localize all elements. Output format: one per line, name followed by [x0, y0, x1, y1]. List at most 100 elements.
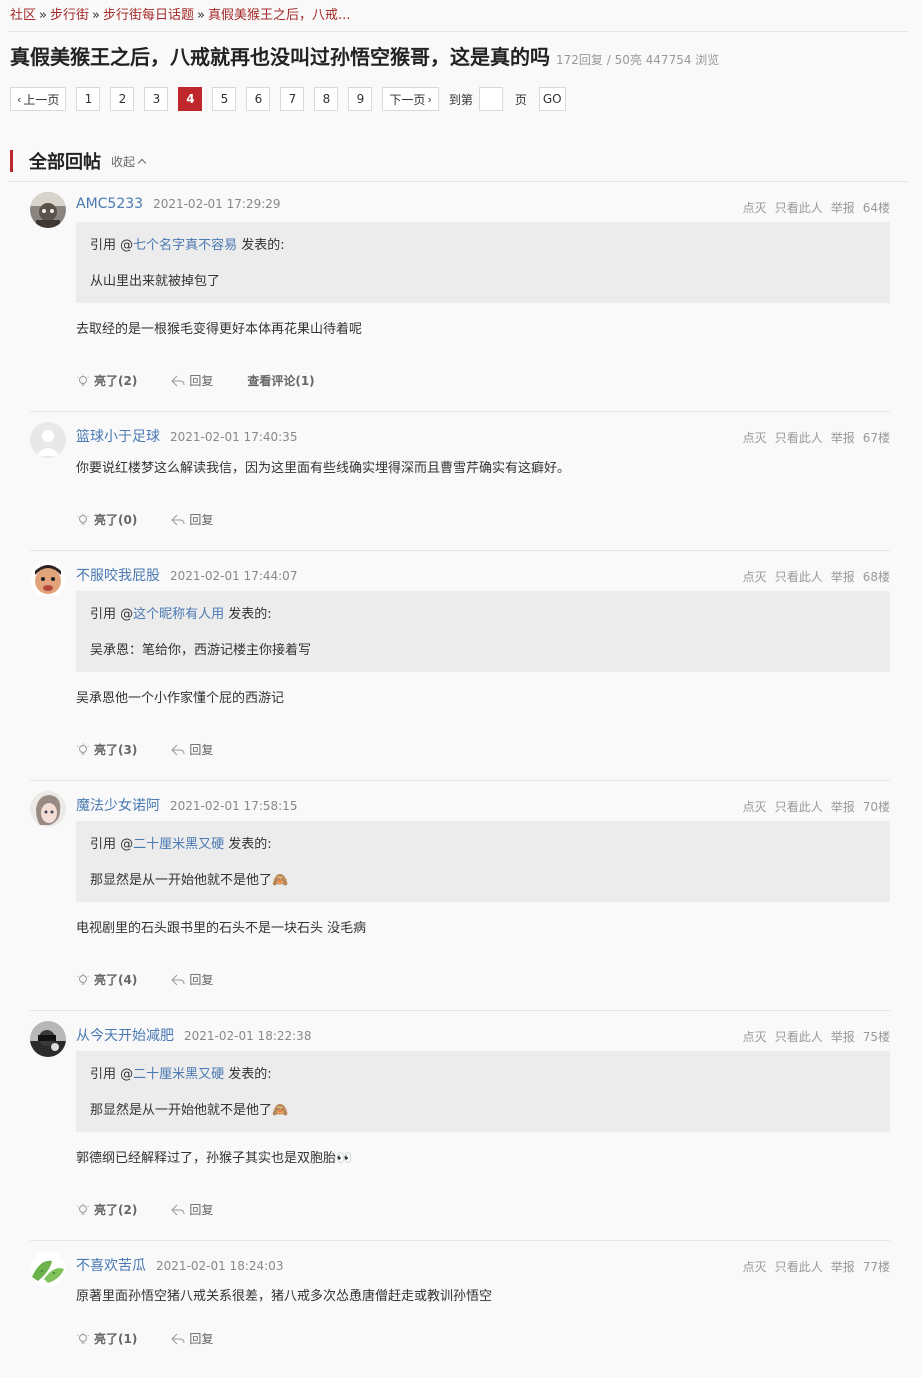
- page-button-8[interactable]: 8: [314, 87, 339, 111]
- reply-arrow-icon: [171, 1204, 185, 1215]
- post-content: 电视剧里的石头跟书里的石头不是一块石头 没毛病: [76, 921, 367, 936]
- lightbulb-icon: [77, 973, 89, 984]
- report-button[interactable]: 举报: [831, 1030, 855, 1044]
- username[interactable]: AMC5233: [76, 196, 143, 212]
- quote-user-link[interactable]: 二十厘米黑又硬: [133, 1067, 224, 1082]
- quote-suffix: 发表的:: [224, 1067, 272, 1082]
- post-content: 你要说红楼梦这么解读我信，因为这里面有些线确实埋得深而且曹雪芹确实有这癖好。: [76, 461, 571, 476]
- light-button[interactable]: 亮了(2): [76, 372, 137, 389]
- quote-user-link[interactable]: 这个昵称有人用: [133, 607, 224, 622]
- hide-button[interactable]: 点灭: [743, 1260, 767, 1274]
- breadcrumb-current-thread[interactable]: 真假美猴王之后，八戒...: [208, 8, 350, 23]
- only-author-button[interactable]: 只看此人: [775, 570, 823, 584]
- hide-button[interactable]: 点灭: [743, 431, 767, 445]
- quote-suffix: 发表的:: [237, 238, 285, 253]
- thread-stats: 172回复 / 50亮 447754 浏览: [556, 53, 720, 67]
- breadcrumb: 社区» 步行街» 步行街每日话题» 真假美猴王之后，八戒...: [10, 4, 350, 23]
- only-author-button[interactable]: 只看此人: [775, 431, 823, 445]
- light-button[interactable]: 亮了(2): [76, 1201, 137, 1218]
- post-meta: 不喜欢苦瓜 2021-02-01 18:24:03: [76, 1255, 283, 1275]
- breadcrumb-street[interactable]: 步行街: [50, 8, 89, 23]
- post-meta: 篮球小于足球 2021-02-01 17:40:35: [76, 426, 297, 446]
- quote-header: 引用 @二十厘米黑又硬 发表的:: [90, 833, 876, 852]
- post-time: 2021-02-01 17:29:29: [153, 197, 281, 211]
- avatar[interactable]: [30, 791, 66, 827]
- hide-button[interactable]: 点灭: [743, 570, 767, 584]
- post-footer: 亮了(2) 回复: [76, 1201, 247, 1218]
- light-button[interactable]: 亮了(1): [76, 1330, 137, 1347]
- reply-button[interactable]: 回复: [171, 372, 213, 389]
- post-footer: 亮了(1) 回复: [76, 1330, 247, 1347]
- page-button-5[interactable]: 5: [212, 87, 237, 111]
- only-author-button[interactable]: 只看此人: [775, 800, 823, 814]
- light-button[interactable]: 亮了(4): [76, 971, 137, 988]
- page-button-9[interactable]: 9: [348, 87, 373, 111]
- post-time: 2021-02-01 17:58:15: [170, 799, 298, 813]
- reply-post: 不喜欢苦瓜 2021-02-01 18:24:03 点灭 只看此人 举报 77楼 原著里…: [28, 1251, 890, 1371]
- lightbulb-icon: [77, 1332, 89, 1343]
- avatar[interactable]: [30, 1251, 66, 1287]
- reply-button[interactable]: 回复: [171, 1330, 213, 1347]
- collapse-button[interactable]: 收起: [111, 153, 147, 170]
- avatar[interactable]: [30, 422, 66, 458]
- light-button[interactable]: 亮了(3): [76, 741, 137, 758]
- page-number-input[interactable]: [478, 87, 503, 111]
- prev-page-label: 上一页: [23, 92, 60, 107]
- reply-button[interactable]: 回复: [171, 971, 213, 988]
- quote-text: 那显然是从一开始他就不是他了🙈: [90, 873, 289, 888]
- reply-post: 从今天开始减肥 2021-02-01 18:22:38 点灭 只看此人 举报 75楼 引…: [28, 1021, 890, 1241]
- section-divider: [8, 181, 909, 182]
- hide-button[interactable]: 点灭: [743, 800, 767, 814]
- go-button[interactable]: GO: [538, 87, 566, 111]
- page-button-7[interactable]: 7: [280, 87, 305, 111]
- breadcrumb-community[interactable]: 社区: [10, 8, 36, 23]
- quote-header: 引用 @二十厘米黑又硬 发表的:: [90, 1063, 876, 1082]
- page-button-4-current[interactable]: 4: [178, 87, 203, 111]
- avatar[interactable]: [30, 561, 66, 597]
- report-button[interactable]: 举报: [831, 201, 855, 215]
- page-button-1[interactable]: 1: [76, 87, 101, 111]
- light-count: 亮了(1): [94, 1332, 138, 1346]
- post-footer: 亮了(0) 回复: [76, 511, 247, 528]
- only-author-button[interactable]: 只看此人: [775, 201, 823, 215]
- hide-button[interactable]: 点灭: [743, 1030, 767, 1044]
- only-author-button[interactable]: 只看此人: [775, 1030, 823, 1044]
- reply-button[interactable]: 回复: [171, 741, 213, 758]
- lightbulb-icon: [77, 374, 89, 385]
- reply-button[interactable]: 回复: [171, 1201, 213, 1218]
- report-button[interactable]: 举报: [831, 431, 855, 445]
- next-page-button[interactable]: 下一页 ›: [382, 87, 439, 111]
- hide-button[interactable]: 点灭: [743, 201, 767, 215]
- post-actions: 点灭 只看此人 举报 77楼: [735, 1258, 890, 1275]
- reply-label: 回复: [189, 1203, 214, 1217]
- post-actions: 点灭 只看此人 举报 70楼: [735, 798, 890, 815]
- report-button[interactable]: 举报: [831, 800, 855, 814]
- next-page-label: 下一页: [389, 92, 426, 107]
- light-count: 亮了(2): [94, 1203, 138, 1217]
- page-button-2[interactable]: 2: [110, 87, 135, 111]
- post-meta: 不服咬我屁股 2021-02-01 17:44:07: [76, 565, 297, 585]
- post-meta: 魔法少女诺阿 2021-02-01 17:58:15: [76, 795, 297, 815]
- page-button-6[interactable]: 6: [246, 87, 271, 111]
- post-divider: [30, 550, 890, 551]
- light-button[interactable]: 亮了(0): [76, 511, 137, 528]
- report-button[interactable]: 举报: [831, 570, 855, 584]
- username[interactable]: 不喜欢苦瓜: [76, 1258, 146, 1274]
- reply-button[interactable]: 回复: [171, 511, 213, 528]
- avatar[interactable]: [30, 192, 66, 228]
- page-button-3[interactable]: 3: [144, 87, 169, 111]
- goto-label: 到第: [448, 92, 473, 107]
- avatar[interactable]: [30, 1021, 66, 1057]
- prev-page-button[interactable]: ‹ 上一页: [10, 87, 67, 111]
- breadcrumb-daily-topic[interactable]: 步行街每日话题: [103, 8, 194, 23]
- username[interactable]: 不服咬我屁股: [76, 568, 160, 584]
- quote-user-link[interactable]: 二十厘米黑又硬: [133, 837, 224, 852]
- only-author-button[interactable]: 只看此人: [775, 1260, 823, 1274]
- post-actions: 点灭 只看此人 举报 75楼: [735, 1028, 890, 1045]
- view-comments-button[interactable]: 查看评论(1): [247, 372, 314, 389]
- username[interactable]: 从今天开始减肥: [76, 1028, 174, 1044]
- username[interactable]: 篮球小于足球: [76, 429, 160, 445]
- username[interactable]: 魔法少女诺阿: [76, 798, 160, 814]
- report-button[interactable]: 举报: [831, 1260, 855, 1274]
- quote-user-link[interactable]: 七个名字真不容易: [133, 238, 237, 253]
